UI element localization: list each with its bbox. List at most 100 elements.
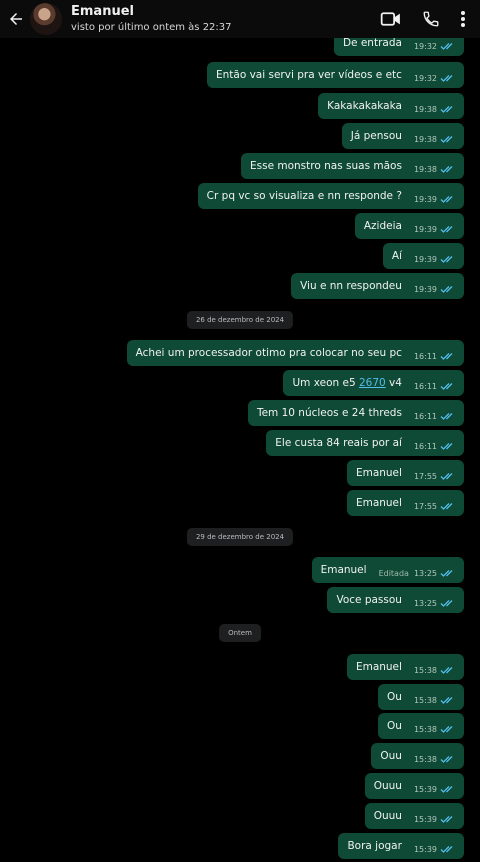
read-ticks-icon	[440, 381, 456, 391]
message-text: Viu e nn respondeu	[300, 280, 402, 292]
message-time: 19:39	[413, 255, 437, 264]
read-ticks-icon	[440, 501, 456, 511]
message-time: 19:38	[413, 135, 437, 144]
message-text: Esse monstro nas suas mãos	[250, 160, 402, 172]
read-ticks-icon	[440, 471, 456, 481]
edited-label: Editada	[378, 569, 409, 578]
message-text: Ouuu	[373, 810, 402, 822]
read-ticks-icon	[440, 194, 456, 204]
message-time: 16:11	[413, 412, 437, 421]
read-ticks-icon	[440, 164, 456, 174]
video-call-icon[interactable]	[380, 11, 402, 27]
message-time: 17:55	[413, 502, 437, 511]
last-seen-status: visto por último ontem às 22:37	[71, 21, 232, 33]
message-text: Ou	[387, 720, 402, 732]
read-ticks-icon	[440, 411, 456, 421]
message-bubble[interactable]: Emanuel 15:38	[346, 654, 464, 680]
message-time: 19:32	[413, 74, 437, 83]
message-bubble[interactable]: Voce passou 13:25	[327, 587, 464, 613]
message-text: Um xeon e5 2670 v4	[292, 377, 401, 389]
message-time: 19:38	[413, 165, 437, 174]
message-bubble[interactable]: Aí 19:39	[382, 243, 464, 269]
message-bubble[interactable]: Viu e nn respondeu 19:39	[291, 273, 464, 299]
read-ticks-icon	[440, 41, 456, 51]
more-options-icon[interactable]	[460, 10, 466, 28]
message-text: Kakakakakaka	[327, 100, 402, 112]
read-ticks-icon	[440, 441, 456, 451]
message-bubble[interactable]: Ouu 15:38	[371, 743, 464, 769]
message-text: Bora jogar	[347, 840, 402, 852]
read-ticks-icon	[440, 598, 456, 608]
message-text: Emanuel	[355, 467, 402, 479]
message-bubble[interactable]: Kakakakakaka 19:38	[318, 93, 464, 119]
message-time: 16:11	[413, 442, 437, 451]
message-text: Azideia	[363, 220, 402, 232]
read-ticks-icon	[440, 814, 456, 824]
read-ticks-icon	[440, 754, 456, 764]
message-text-part: v4	[385, 377, 402, 389]
read-ticks-icon	[440, 254, 456, 264]
message-text: Ou	[387, 691, 402, 703]
message-bubble[interactable]: Tem 10 núcleos e 24 threds 16:11	[247, 400, 464, 426]
message-text: Ouuu	[373, 780, 402, 792]
back-arrow-icon[interactable]	[2, 0, 30, 38]
message-time: 19:39	[413, 225, 437, 234]
message-time: 15:39	[413, 785, 437, 794]
read-ticks-icon	[440, 844, 456, 854]
read-ticks-icon	[440, 665, 456, 675]
message-bubble[interactable]: Ouuu 15:39	[364, 803, 464, 829]
message-bubble[interactable]: Um xeon e5 2670 v4 16:11	[283, 370, 464, 396]
contact-name: Emanuel	[71, 3, 134, 19]
message-text: Emanuel	[355, 661, 402, 673]
message-bubble[interactable]: Esse monstro nas suas mãos 19:38	[241, 153, 464, 179]
message-text: Emanuel	[355, 497, 402, 509]
message-bubble[interactable]: Ele custa 84 reais por aí 16:11	[266, 430, 464, 456]
message-text-part: Um xeon e5	[292, 377, 359, 389]
message-bubble[interactable]: Então vai servi pra ver vídeos e etc 19:3…	[206, 62, 464, 88]
message-text: Emanuel	[320, 564, 367, 576]
message-time: 15:38	[413, 725, 437, 734]
read-ticks-icon	[440, 784, 456, 794]
message-time: 19:38	[413, 105, 437, 114]
message-time: 15:39	[413, 815, 437, 824]
message-text: Ele custa 84 reais por aí	[275, 437, 402, 449]
message-bubble[interactable]: Bora jogar 15:39	[338, 833, 464, 859]
message-bubble[interactable]: Achei um processador otimo pra colocar n…	[126, 340, 464, 366]
read-ticks-icon	[440, 724, 456, 734]
message-time: 16:11	[413, 352, 437, 361]
message-time: 19:39	[413, 195, 437, 204]
message-bubble[interactable]: Azideia 19:39	[354, 213, 464, 239]
message-time: 15:38	[413, 696, 437, 705]
message-bubble[interactable]: Cr pq vc so visualiza e nn responde ? 19:…	[197, 183, 464, 209]
read-ticks-icon	[440, 568, 456, 578]
message-bubble[interactable]: Emanuel 17:55	[346, 490, 464, 516]
message-bubble[interactable]: Já pensou 19:38	[341, 123, 464, 149]
read-ticks-icon	[440, 224, 456, 234]
read-ticks-icon	[440, 284, 456, 294]
message-bubble[interactable]: Ou 15:38	[378, 684, 464, 710]
message-time: 19:32	[413, 42, 437, 51]
message-text: Ouu	[380, 750, 402, 762]
read-ticks-icon	[440, 104, 456, 114]
message-time: 16:11	[413, 382, 437, 391]
chat-header: Emanuel visto por último ontem às 22:37	[0, 0, 480, 38]
message-text: Cr pq vc so visualiza e nn responde ?	[206, 190, 402, 202]
contact-avatar[interactable]	[30, 3, 62, 35]
read-ticks-icon	[440, 695, 456, 705]
message-time: 13:25	[413, 569, 437, 578]
contact-info[interactable]: Emanuel visto por último ontem às 22:37	[71, 3, 232, 33]
phone-icon[interactable]	[422, 10, 440, 28]
message-time: 19:39	[413, 285, 437, 294]
message-bubble[interactable]: Ou 15:38	[378, 713, 464, 739]
message-time: 13:25	[413, 599, 437, 608]
message-bubble[interactable]: De entrada 19:32	[333, 38, 464, 56]
date-divider: Ontem	[219, 624, 261, 642]
message-bubble[interactable]: Ouuu 15:39	[364, 773, 464, 799]
message-bubble[interactable]: Emanuel Editada 13:25	[311, 557, 464, 583]
message-text: Então vai servi pra ver vídeos e etc	[215, 69, 402, 81]
message-link[interactable]: 2670	[359, 377, 386, 389]
read-ticks-icon	[440, 134, 456, 144]
message-time: 17:55	[413, 472, 437, 481]
message-list[interactable]: De entrada 19:32 Então vai servi pra ver …	[0, 38, 480, 862]
message-bubble[interactable]: Emanuel 17:55	[346, 460, 464, 486]
